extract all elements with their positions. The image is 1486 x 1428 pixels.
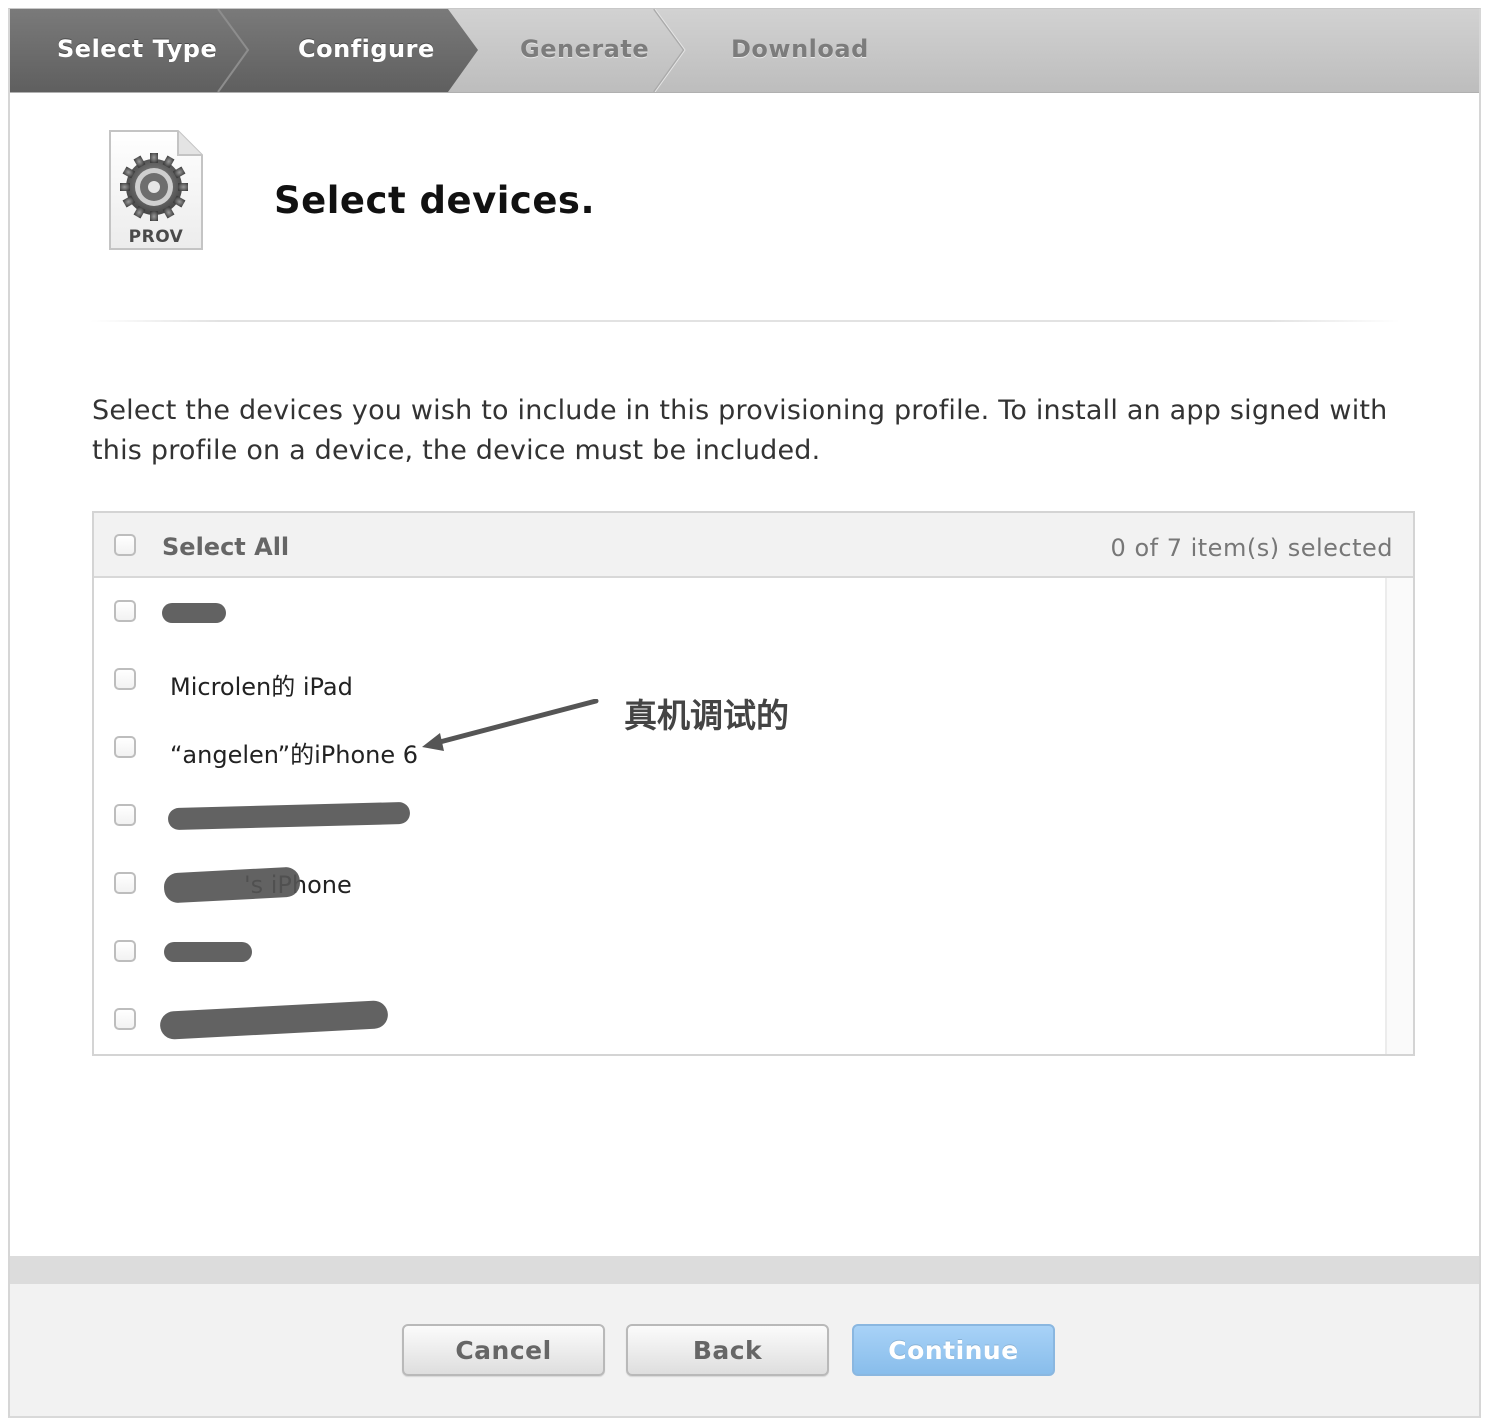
device-checkbox[interactable] xyxy=(114,940,136,962)
step-select-type: Select Type xyxy=(57,35,218,63)
progress-steps-bar: Select Type Configure Generate Download xyxy=(10,9,1479,93)
device-name: “angelen”的iPhone 6 xyxy=(170,741,419,769)
device-row[interactable] xyxy=(94,578,1374,646)
device-row[interactable] xyxy=(94,918,1374,986)
device-checkbox[interactable] xyxy=(114,872,136,894)
select-all-label[interactable]: Select All xyxy=(162,533,289,561)
scrollbar-track[interactable] xyxy=(1385,578,1413,1054)
device-row[interactable] xyxy=(94,986,1374,1054)
device-checkbox[interactable] xyxy=(114,804,136,826)
page-title: Select devices. xyxy=(274,179,596,222)
continue-button[interactable]: Continue xyxy=(852,1324,1055,1376)
step-configure: Configure xyxy=(298,35,435,63)
select-all-checkbox[interactable] xyxy=(114,534,136,556)
step-download: Download xyxy=(731,35,869,63)
device-checkbox[interactable] xyxy=(114,1008,136,1030)
footer-band xyxy=(10,1256,1479,1284)
device-list-scroll-area[interactable]: Microlen的 iPad “angelen”的iPhone 6 's iPh… xyxy=(94,578,1413,1056)
device-selection-list: Select All 0 of 7 item(s) selected Micro… xyxy=(92,511,1415,1056)
page-frame: Select Type Configure Generate Download xyxy=(8,8,1481,1418)
redacted-device-name xyxy=(164,942,252,962)
annotation-arrow xyxy=(422,699,599,751)
selection-count: 0 of 7 item(s) selected xyxy=(1110,534,1393,562)
prov-icon-label: PROV xyxy=(128,227,184,247)
back-button[interactable]: Back xyxy=(626,1324,829,1376)
device-checkbox[interactable] xyxy=(114,668,136,690)
device-checkbox[interactable] xyxy=(114,600,136,622)
device-row[interactable] xyxy=(94,782,1374,850)
step-generate: Generate xyxy=(520,35,650,63)
header-divider xyxy=(90,320,1400,322)
device-name: Microlen的 iPad xyxy=(170,673,353,701)
redacted-device-name xyxy=(162,603,226,623)
device-row[interactable]: 's iPhone xyxy=(94,850,1374,918)
instructions-text: Select the devices you wish to include i… xyxy=(92,395,1388,466)
redacted-device-name xyxy=(167,801,411,831)
device-checkbox[interactable] xyxy=(114,736,136,758)
annotation-label: 真机调试的 xyxy=(624,696,789,735)
device-list-header: Select All 0 of 7 item(s) selected xyxy=(94,513,1413,578)
redacted-device-name xyxy=(159,1000,389,1040)
cancel-button[interactable]: Cancel xyxy=(402,1324,605,1376)
